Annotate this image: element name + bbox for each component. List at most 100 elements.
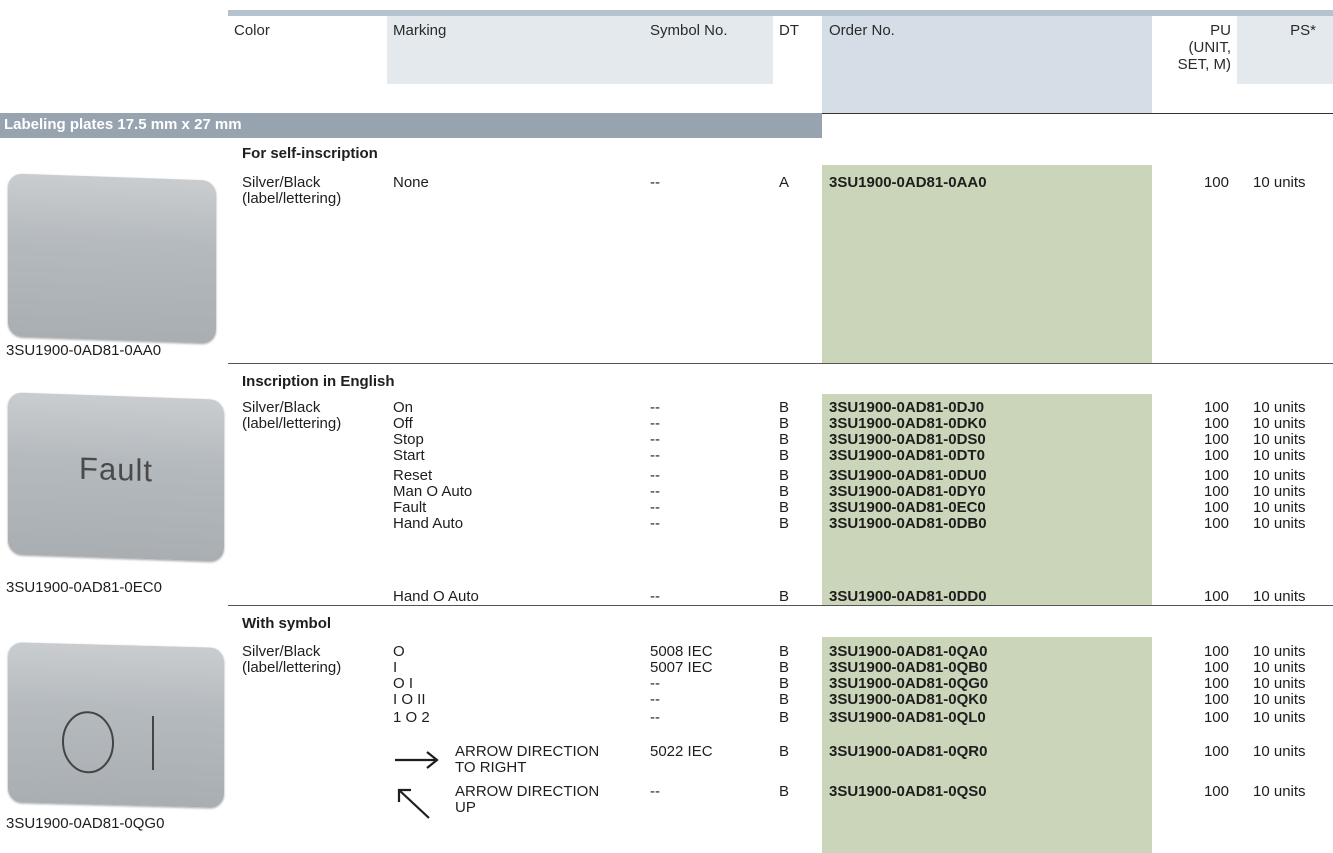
symbol-cell: -- [650,588,660,605]
order-cell: 3SU1900-0AD81-0QS0 [829,783,987,800]
pu-cell: 100 [1203,447,1229,464]
pu-cell: 100 [1203,709,1229,726]
color-value: Silver/Black [242,643,321,660]
dt-cell: B [779,447,790,464]
symbol-cell: 5008 IEC [650,643,713,660]
dt-cell: B [779,659,790,676]
color-value-sub: (label/lettering) [242,659,342,676]
pu-cell: 100 [1203,783,1229,800]
group-separator [228,605,1333,606]
ps-cell: 10 units [1253,447,1306,464]
marking-cell: Fault [393,499,427,516]
symbol-cell: -- [650,447,660,464]
symbol-cell: -- [650,691,660,708]
ps-cell: 10 units [1253,675,1306,692]
pu-cell: 100 [1203,415,1229,432]
order-cell: 3SU1900-0AD81-0QL0 [829,709,986,726]
marking-cell-line2: TO RIGHT [455,759,527,776]
pu-cell: 100 [1203,483,1229,500]
dt-cell: B [779,691,790,708]
ps-cell: 10 units [1253,783,1306,800]
pu-cell: 100 [1203,675,1229,692]
image-caption: 3SU1900-0AD81-0EC0 [6,579,162,596]
pu-cell: 100 [1203,659,1229,676]
labeling-plate-image-fault: Fault [8,392,224,562]
ps-cell: 10 units [1253,709,1306,726]
labeling-plate-image [8,173,216,344]
dt-cell: B [779,783,790,800]
group-title: For self-inscription [242,145,378,162]
dt-cell: B [779,499,790,516]
symbol-cell: -- [650,415,660,432]
pu-cell: 100 [1203,691,1229,708]
symbol-cell: -- [650,399,660,416]
ps-cell: 10 units [1253,743,1306,760]
order-cell: 3SU1900-0AD81-0DS0 [829,431,986,448]
dt-cell: B [779,483,790,500]
marking-cell: I [393,659,398,676]
ps-cell: 10 units [1253,499,1306,516]
plate-text-fault: Fault [79,450,153,489]
marking-cell: Start [393,447,425,464]
marking-cell: On [393,399,414,416]
image-caption: 3SU1900-0AD81-0QG0 [6,815,165,832]
ps-cell: 10 units [1253,691,1306,708]
ps-cell: 10 units [1253,399,1306,416]
order-cell: 3SU1900-0AD81-0DJ0 [829,399,985,416]
header-pu-line1: PU [1210,22,1231,39]
marking-cell: O I [393,675,414,692]
labeling-plate-image-oi [8,642,224,808]
symbol-cell: -- [650,174,660,191]
marking-cell: Reset [393,467,433,484]
color-value: Silver/Black [242,399,321,416]
order-cell: 3SU1900-0AD81-0DY0 [829,483,986,500]
marking-cell: Stop [393,431,424,448]
marking-cell: I O II [393,691,426,708]
pu-cell: 100 [1203,467,1229,484]
order-cell: 3SU1900-0AD81-0DD0 [829,588,987,605]
ps-cell: 10 units [1253,659,1306,676]
symbol-cell: -- [650,709,660,726]
marking-cell: Hand O Auto [393,588,479,605]
order-cell: 3SU1900-0AD81-0EC0 [829,499,986,516]
pu-cell: 100 [1203,499,1229,516]
section-title-bar: Labeling plates 17.5 mm x 27 mm [0,113,822,138]
image-caption: 3SU1900-0AD81-0AA0 [6,342,162,359]
symbol-cell: -- [650,515,660,532]
header-symbol: Symbol No. [650,22,728,39]
plate-symbol-o-i [62,711,154,774]
ps-cell: 10 units [1253,431,1306,448]
marking-cell: 1 O 2 [393,709,430,726]
pu-cell: 100 [1203,643,1229,660]
order-cell: 3SU1900-0AD81-0QA0 [829,643,988,660]
marking-cell: O [393,643,405,660]
pu-cell: 100 [1203,431,1229,448]
marking-cell: ARROW DIRECTION [455,783,600,800]
marking-cell: Off [393,415,413,432]
order-cell: 3SU1900-0AD81-0QK0 [829,691,988,708]
color-value-sub: (label/lettering) [242,415,342,432]
header-pu-line2: (UNIT, [1188,39,1232,56]
header-marking: Marking [393,22,447,39]
dt-cell: B [779,743,790,760]
pu-cell: 100 [1203,174,1229,191]
group-title: With symbol [242,615,332,632]
marking-cell: ARROW DIRECTION [455,743,600,760]
order-cell: 3SU1900-0AD81-0AA0 [829,174,987,191]
header-color: Color [234,22,270,39]
header-order: Order No. [829,22,895,39]
ps-cell: 10 units [1253,515,1306,532]
order-bg-group-1 [822,165,1152,363]
ps-cell: 10 units [1253,174,1306,191]
order-cell: 3SU1900-0AD81-0QR0 [829,743,988,760]
symbol-cell: -- [650,483,660,500]
symbol-cell: -- [650,467,660,484]
order-cell: 3SU1900-0AD81-0QG0 [829,675,989,692]
marking-cell: Hand Auto [393,515,464,532]
dt-cell: B [779,709,790,726]
group-title: Inscription in English [242,373,395,390]
group-separator [228,363,1333,364]
header-pu-line3: SET, M) [1177,56,1231,73]
pu-cell: 100 [1203,588,1229,605]
ps-cell: 10 units [1253,643,1306,660]
